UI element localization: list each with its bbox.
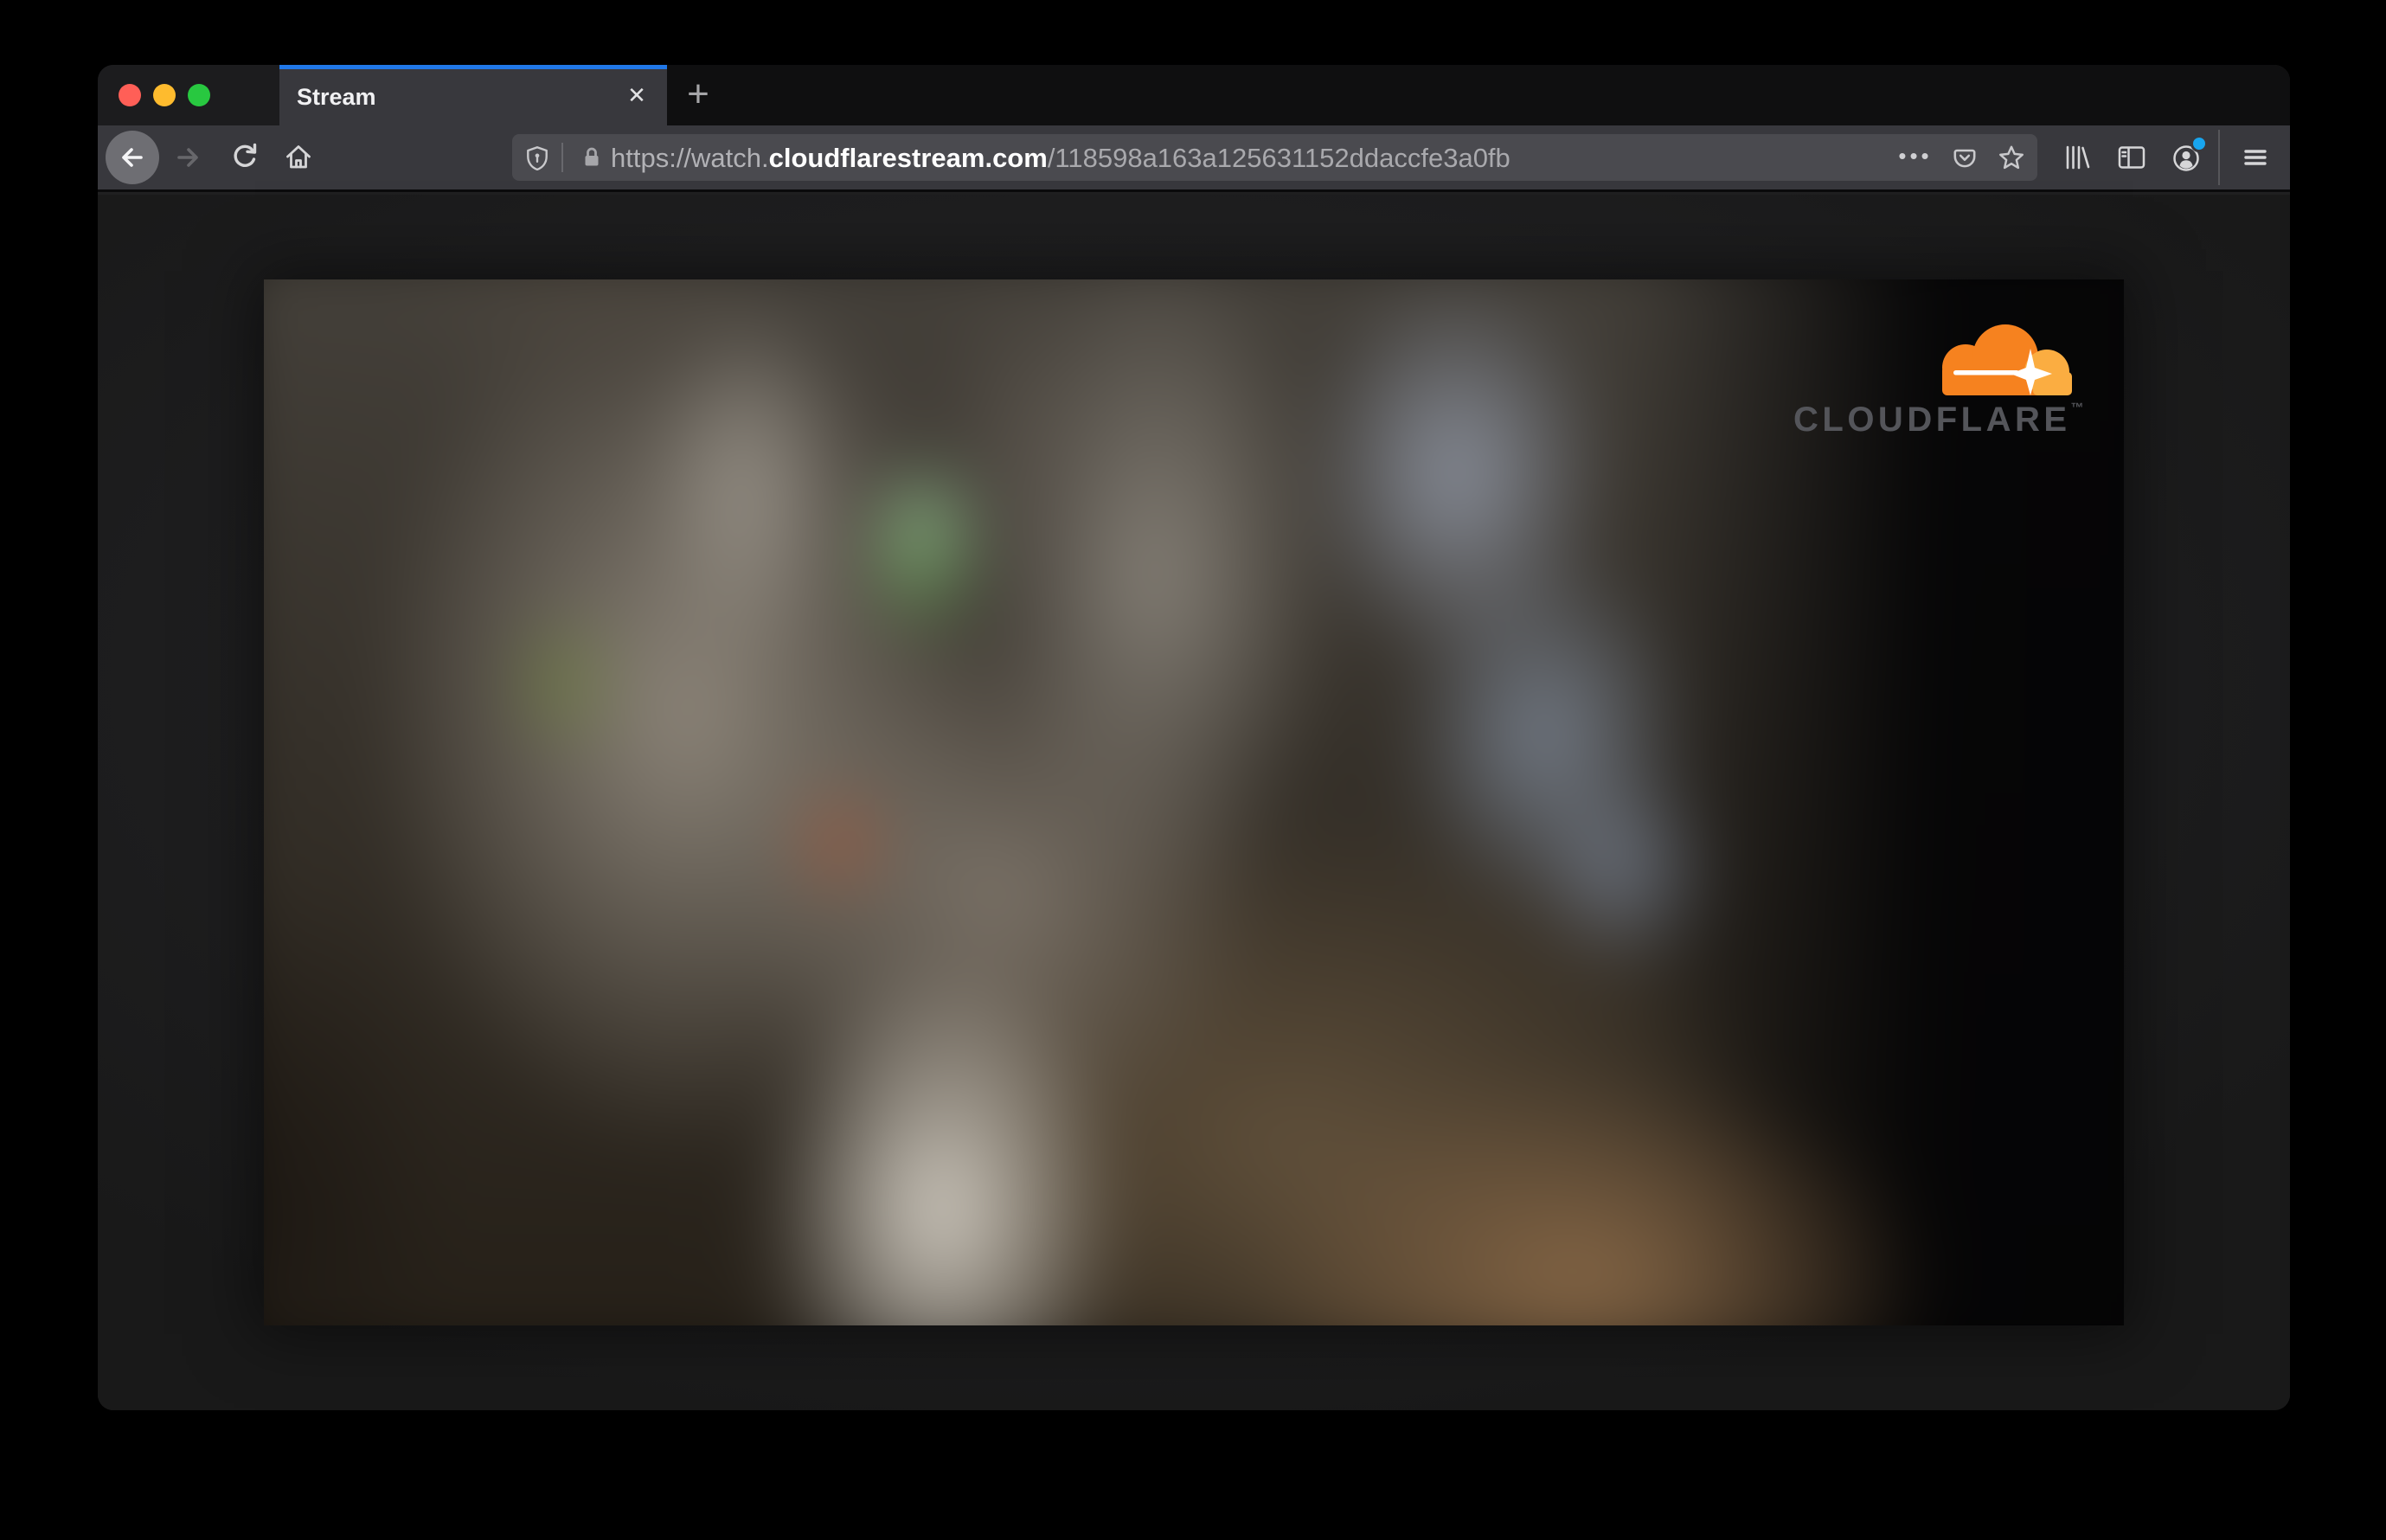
library-icon (2062, 144, 2093, 171)
tab-stream[interactable]: Stream ✕ (279, 65, 667, 125)
url-scheme: https://watch. (611, 143, 769, 173)
screen: Stream ✕ + https://watch.cloudflarestrea… (0, 0, 2386, 1540)
sidebar-button[interactable] (2117, 144, 2148, 176)
url-bar[interactable]: https://watch.cloudflarestream.com/11859… (512, 134, 2037, 181)
page-actions-icon[interactable]: ••• (1884, 134, 1947, 181)
reload-icon (229, 142, 260, 173)
tracking-shield-icon[interactable] (524, 144, 550, 170)
home-button[interactable] (283, 142, 314, 173)
window-close-button[interactable] (119, 84, 141, 106)
urlbar-divider (561, 143, 563, 172)
home-icon (283, 142, 314, 173)
menu-icon (2242, 144, 2273, 171)
forward-icon (172, 142, 203, 173)
browser-window: Stream ✕ + https://watch.cloudflarestrea… (98, 65, 2290, 1410)
cloudflare-cloud-icon (1793, 324, 2072, 395)
window-zoom-button[interactable] (188, 84, 210, 106)
account-notification-badge (2190, 135, 2208, 152)
window-minimize-button[interactable] (153, 84, 176, 106)
lock-icon[interactable] (580, 145, 604, 170)
brand-trademark: ™ (2070, 401, 2084, 415)
tab-close-icon[interactable]: ✕ (621, 80, 652, 111)
sidebar-icon (2117, 144, 2148, 170)
reload-button[interactable] (229, 142, 260, 173)
brand-name: CLOUDFLARE (1793, 401, 2071, 439)
toolbar-separator (2218, 130, 2220, 185)
pocket-icon[interactable] (1951, 144, 1979, 171)
back-button[interactable] (106, 131, 159, 184)
menu-button[interactable] (2242, 144, 2273, 175)
video-player[interactable]: CLOUDFLARE™ (264, 279, 2124, 1325)
url-text: https://watch.cloudflarestream.com/11859… (611, 134, 1510, 181)
library-button[interactable] (2062, 144, 2093, 175)
tab-title: Stream (297, 84, 376, 110)
forward-button[interactable] (172, 142, 203, 173)
navigation-toolbar: https://watch.cloudflarestream.com/11859… (98, 125, 2290, 192)
tab-bar: Stream ✕ + (98, 65, 2290, 125)
titlebar (98, 65, 279, 125)
cloudflare-watermark: CLOUDFLARE™ (1793, 324, 2084, 440)
url-domain: cloudflarestream.com (768, 143, 1048, 173)
cloudflare-wordmark: CLOUDFLARE™ (1793, 401, 2084, 440)
url-path: /118598a163a125631152ddaccfe3a0fb (1047, 143, 1510, 173)
bookmark-star-icon[interactable] (1997, 144, 2026, 173)
new-tab-button[interactable]: + (679, 75, 717, 114)
